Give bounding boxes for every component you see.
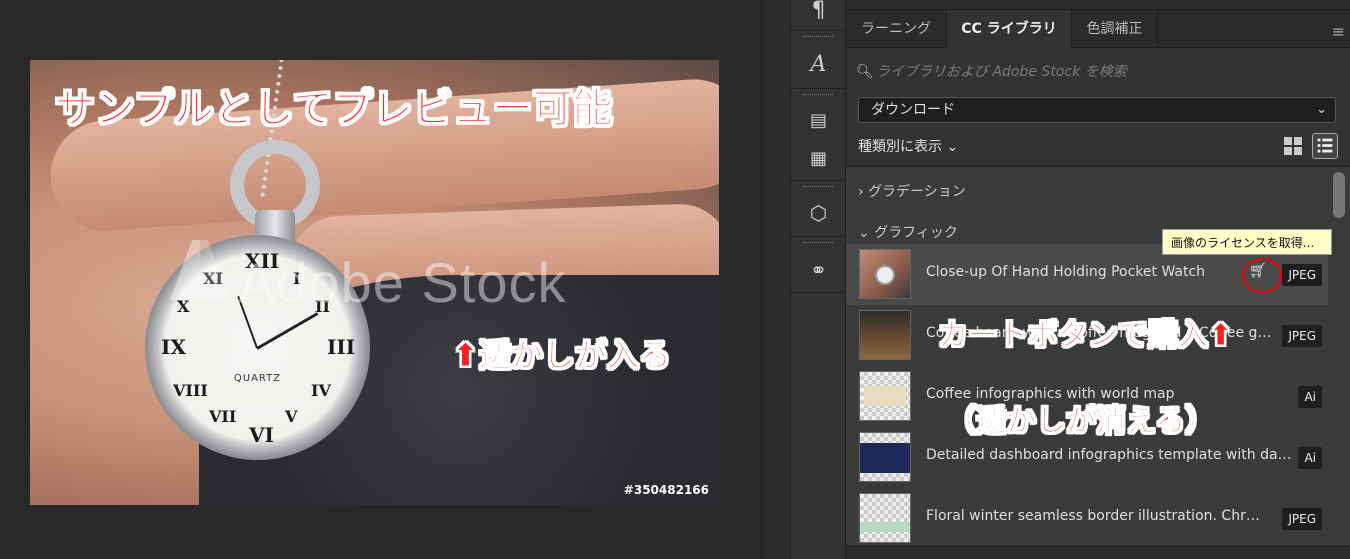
section-label: グラデーション	[868, 184, 966, 200]
view-by-type-toggle[interactable]: 種類別に表示 ⌄	[858, 136, 958, 156]
list-item[interactable]: Floral winter seamless border illustrati…	[846, 488, 1328, 549]
adobe-stock-watermark: Adobe Stock	[238, 251, 567, 314]
search-input[interactable]	[876, 64, 1336, 80]
annotation-cart: カートボタンで購入⬆	[937, 318, 1234, 354]
asset-type-badge: Ai	[1298, 386, 1322, 408]
section-graphics[interactable]: ⌄ グラフィック	[858, 222, 958, 242]
library-dropdown[interactable]: ダウンロード ⌄	[858, 97, 1336, 123]
chevron-down-icon: ⌄	[946, 139, 959, 155]
chevron-right-icon: ›	[858, 184, 869, 200]
stock-id: #350482166	[623, 483, 709, 497]
list-view-button[interactable]	[1312, 133, 1338, 159]
scrollbar[interactable]	[1333, 172, 1345, 218]
panel-footer	[846, 545, 1350, 559]
cart-icon: 🛒︎	[1249, 263, 1267, 279]
document-canvas[interactable]: XII III VI IX I II IV V VII VIII X XI QU…	[0, 0, 765, 559]
asset-thumbnail	[859, 493, 911, 543]
annotation-watermark: ⬆透かしが入る	[452, 336, 672, 375]
tool-strip: ¶ A ▤ ▦ ⬡ ⚭	[790, 0, 846, 559]
tab-learning[interactable]: ラーニング	[846, 10, 947, 48]
search-bar: 🔍︎	[856, 58, 1336, 86]
paragraph-icon[interactable]: ¶	[793, 0, 844, 30]
glyphs-icon[interactable]: ▤	[793, 100, 844, 140]
asset-thumbnail	[859, 310, 911, 360]
asset-type-badge: Ai	[1298, 447, 1322, 469]
app-window: XII III VI IX I II IV V VII VIII X XI QU…	[0, 0, 1350, 559]
asset-title: Floral winter seamless border illustrati…	[926, 508, 1261, 524]
list-view-icon	[1317, 138, 1333, 153]
adobe-logo-icon	[170, 240, 230, 300]
view-by-label: 種類別に表示	[858, 139, 942, 155]
section-label: グラフィック	[874, 225, 958, 241]
asset-thumbnail	[859, 249, 911, 299]
cc-libraries-panel: ラーニング CC ライブラリ 色調補正 ≡ 🔍︎ ダウンロード ⌄ 種類別に表示…	[845, 0, 1350, 559]
asset-title: Detailed dashboard infographics template…	[926, 447, 1294, 463]
search-icon: 🔍︎	[856, 64, 874, 80]
asset-type-badge: JPEG	[1282, 264, 1322, 286]
annotation-watermark-removed: （透かしが消える）	[945, 404, 1216, 440]
panel-tabs: ラーニング CC ライブラリ 色調補正 ≡	[846, 10, 1350, 48]
watch-label: QUARTZ	[233, 373, 282, 384]
chevron-down-icon: ⌄	[1316, 102, 1327, 117]
share-icon[interactable]: ⚭	[793, 250, 844, 290]
dropdown-value: ダウンロード	[871, 102, 955, 118]
asset-list: › グラデーション ⌄ グラフィック Close-up Of Hand Hold…	[846, 167, 1350, 559]
3d-cube-icon[interactable]: ⬡	[793, 193, 844, 233]
asset-thumbnail	[859, 432, 911, 482]
tab-adjustments[interactable]: 色調補正	[1072, 10, 1158, 48]
chevron-down-icon: ⌄	[858, 225, 875, 241]
grid-view-icon[interactable]	[1284, 137, 1302, 155]
license-tooltip: 画像のライセンスを取得...	[1162, 229, 1332, 255]
asset-type-badge: JPEG	[1282, 325, 1322, 347]
notes-icon[interactable]: ▦	[793, 138, 844, 178]
asset-type-badge: JPEG	[1282, 508, 1322, 530]
asset-title: Close-up Of Hand Holding Pocket Watch	[926, 264, 1206, 280]
asset-thumbnail	[859, 371, 911, 421]
panel-menu-icon[interactable]: ≡	[1332, 22, 1345, 41]
character-icon[interactable]: A	[793, 44, 844, 84]
annotation-preview: サンプルとしてプレビュー可能	[55, 86, 614, 133]
section-gradients[interactable]: › グラデーション	[858, 181, 966, 201]
tab-cc-libraries[interactable]: CC ライブラリ	[947, 10, 1072, 48]
